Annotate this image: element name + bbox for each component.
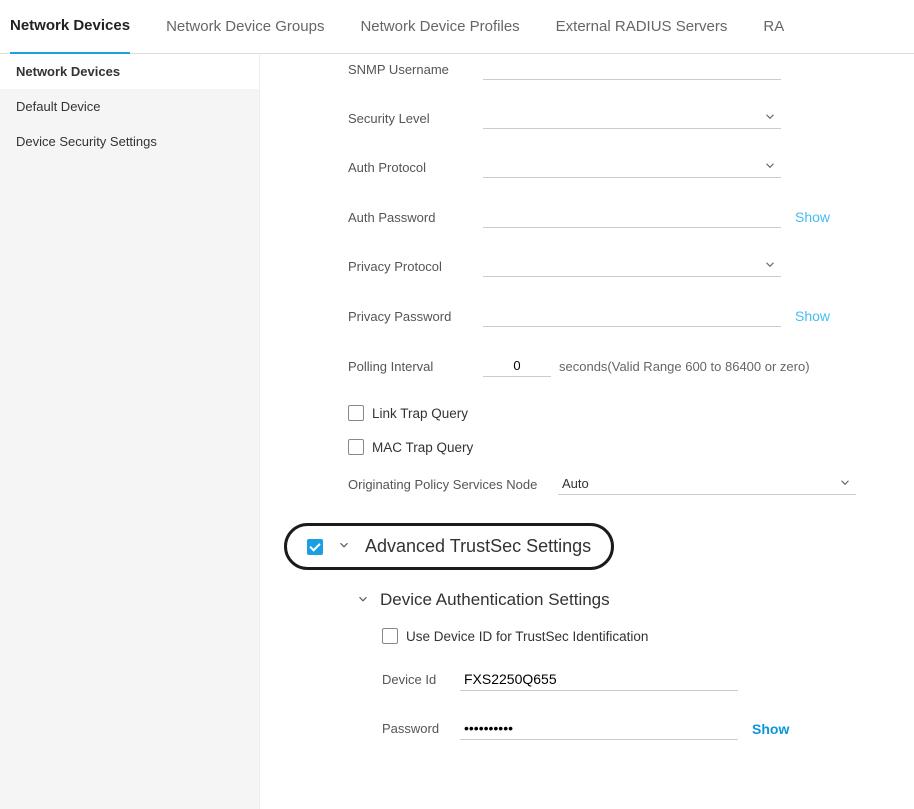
security-level-label: Security Level: [348, 111, 483, 126]
tab-network-device-profiles[interactable]: Network Device Profiles: [360, 0, 519, 53]
device-auth-subsection-title[interactable]: Device Authentication Settings: [380, 590, 610, 610]
chevron-down-icon: [763, 159, 777, 176]
sidebar-item-device-security-settings[interactable]: Device Security Settings: [0, 124, 259, 159]
snmp-username-label: SNMP Username: [348, 62, 483, 77]
chevron-down-icon: [838, 475, 852, 492]
mac-trap-label: MAC Trap Query: [372, 440, 473, 455]
tab-network-device-groups[interactable]: Network Device Groups: [166, 0, 324, 53]
trustsec-enable-checkbox[interactable]: [307, 539, 323, 555]
trustsec-password-show-link[interactable]: Show: [752, 721, 789, 737]
top-tabs: Network Devices Network Device Groups Ne…: [0, 0, 914, 54]
tab-external-radius-servers[interactable]: External RADIUS Servers: [556, 0, 728, 53]
main-content: SNMP Username Security Level Auth Protoc…: [260, 54, 914, 809]
originating-node-select[interactable]: Auto: [558, 473, 856, 495]
chevron-down-icon: [763, 110, 777, 127]
device-id-label: Device Id: [382, 672, 460, 687]
use-device-id-checkbox[interactable]: [382, 628, 398, 644]
security-level-select[interactable]: [483, 108, 781, 129]
privacy-password-input[interactable]: [483, 305, 781, 327]
tab-network-devices[interactable]: Network Devices: [10, 0, 130, 55]
auth-protocol-label: Auth Protocol: [348, 160, 483, 175]
polling-interval-label: Polling Interval: [348, 359, 483, 374]
originating-node-label: Originating Policy Services Node: [348, 477, 558, 492]
privacy-password-show-link[interactable]: Show: [795, 308, 830, 324]
sidebar-item-default-device[interactable]: Default Device: [0, 89, 259, 124]
mac-trap-checkbox[interactable]: [348, 439, 364, 455]
auth-password-show-link[interactable]: Show: [795, 209, 830, 225]
polling-interval-input[interactable]: [483, 355, 551, 377]
privacy-password-label: Privacy Password: [348, 309, 483, 324]
sidebar-item-network-devices[interactable]: Network Devices: [0, 54, 259, 89]
trustsec-section-highlight: Advanced TrustSec Settings: [284, 523, 614, 570]
privacy-protocol-select[interactable]: [483, 256, 781, 277]
device-id-input[interactable]: [460, 668, 738, 691]
chevron-down-icon[interactable]: [337, 538, 351, 555]
chevron-down-icon: [763, 258, 777, 275]
sidebar: Network Devices Default Device Device Se…: [0, 54, 260, 809]
privacy-protocol-label: Privacy Protocol: [348, 259, 483, 274]
tab-ra[interactable]: RA: [763, 0, 784, 53]
trustsec-password-label: Password: [382, 721, 460, 736]
auth-protocol-select[interactable]: [483, 157, 781, 178]
auth-password-input[interactable]: [483, 206, 781, 228]
snmp-username-input[interactable]: [483, 58, 781, 80]
polling-interval-hint: seconds(Valid Range 600 to 86400 or zero…: [559, 359, 810, 374]
trustsec-section-title[interactable]: Advanced TrustSec Settings: [365, 536, 591, 557]
auth-password-label: Auth Password: [348, 210, 483, 225]
trustsec-password-input[interactable]: [460, 717, 738, 740]
chevron-down-icon[interactable]: [356, 592, 370, 609]
use-device-id-label: Use Device ID for TrustSec Identificatio…: [406, 629, 648, 644]
link-trap-checkbox[interactable]: [348, 405, 364, 421]
link-trap-label: Link Trap Query: [372, 406, 468, 421]
